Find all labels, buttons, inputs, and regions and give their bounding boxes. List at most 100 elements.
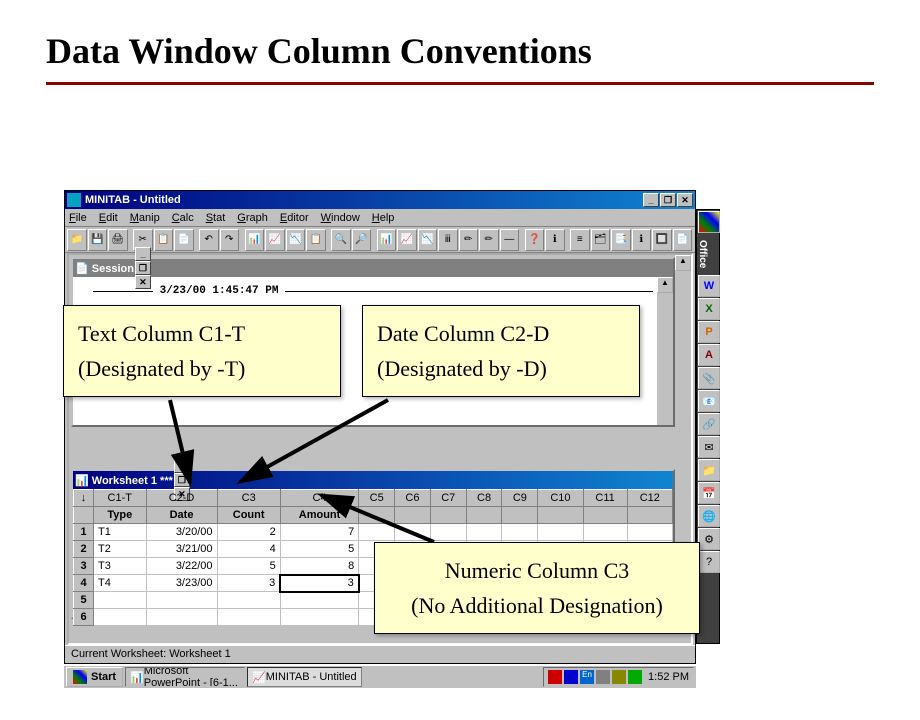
toolbar-button[interactable]: ↷ bbox=[220, 229, 240, 251]
col-name[interactable] bbox=[466, 507, 502, 524]
toolbar-button[interactable]: 📈 bbox=[265, 229, 285, 251]
col-header[interactable]: C4 bbox=[280, 490, 358, 507]
powerpoint-icon[interactable]: P bbox=[698, 321, 720, 343]
cell[interactable]: T4 bbox=[94, 575, 147, 592]
cell[interactable] bbox=[94, 609, 147, 626]
cell[interactable]: 3 bbox=[280, 575, 358, 592]
col-header[interactable]: C11 bbox=[583, 490, 627, 507]
shortcut-icon[interactable]: 🔗 bbox=[698, 413, 720, 435]
col-header[interactable]: C8 bbox=[466, 490, 502, 507]
toolbar-button[interactable]: 🔎 bbox=[352, 229, 372, 251]
session-scrollbar[interactable]: ▲ bbox=[657, 277, 673, 425]
cell[interactable] bbox=[466, 524, 502, 541]
toolbar-button[interactable]: ℹ bbox=[632, 229, 652, 251]
cell[interactable]: 7 bbox=[280, 524, 358, 541]
cell[interactable] bbox=[217, 592, 280, 609]
cell[interactable]: 2 bbox=[217, 524, 280, 541]
cell[interactable] bbox=[627, 524, 672, 541]
toolbar-button[interactable]: ℹ bbox=[545, 229, 565, 251]
col-header[interactable]: C9 bbox=[502, 490, 538, 507]
toolbar-button[interactable]: 🖨 bbox=[108, 229, 128, 251]
cell[interactable]: 5 bbox=[280, 541, 358, 558]
toolbar-button[interactable]: — bbox=[500, 229, 520, 251]
col-header[interactable]: C6 bbox=[395, 490, 431, 507]
close-button[interactable]: ✕ bbox=[677, 193, 693, 207]
col-name[interactable]: Type bbox=[94, 507, 147, 524]
minimize-button[interactable]: _ bbox=[643, 193, 659, 207]
cell[interactable] bbox=[430, 524, 466, 541]
volume-icon[interactable] bbox=[564, 670, 578, 684]
cell[interactable] bbox=[280, 592, 358, 609]
toolbar-button[interactable]: ✏ bbox=[479, 229, 499, 251]
menu-edit[interactable]: Edit bbox=[99, 212, 118, 224]
col-header[interactable]: C2-D bbox=[146, 490, 217, 507]
binder-icon[interactable]: 📎 bbox=[698, 367, 720, 389]
taskbar-task[interactable]: 📊 Microsoft PowerPoint - [6-1... bbox=[125, 667, 245, 687]
excel-icon[interactable]: X bbox=[698, 298, 720, 320]
outlook-icon[interactable]: 📧 bbox=[698, 390, 720, 412]
worksheet-titlebar[interactable]: 📊 Worksheet 1 *** _ ❐ ✕ bbox=[73, 471, 673, 489]
cell[interactable] bbox=[94, 592, 147, 609]
toolbar-button[interactable]: 🗂 bbox=[591, 229, 611, 251]
toolbar-button[interactable]: 🔍 bbox=[331, 229, 351, 251]
toolbar-button[interactable]: 📋 bbox=[154, 229, 174, 251]
col-name[interactable] bbox=[627, 507, 672, 524]
cell[interactable] bbox=[395, 524, 431, 541]
menu-manip[interactable]: Manip bbox=[130, 212, 160, 224]
col-name[interactable]: Amount bbox=[280, 507, 358, 524]
session-maximize[interactable]: ❐ bbox=[135, 261, 151, 275]
toolbar-button[interactable]: ≡ bbox=[570, 229, 590, 251]
antivirus-icon[interactable] bbox=[548, 670, 562, 684]
menu-help[interactable]: Help bbox=[372, 212, 395, 224]
word-icon[interactable]: W bbox=[698, 275, 720, 297]
cell[interactable]: 8 bbox=[280, 558, 358, 575]
toolbar-button[interactable]: 💾 bbox=[88, 229, 108, 251]
printer-icon[interactable] bbox=[596, 670, 610, 684]
cell[interactable]: 3 bbox=[217, 575, 280, 592]
cell[interactable] bbox=[146, 592, 217, 609]
col-name[interactable] bbox=[359, 507, 395, 524]
cell[interactable] bbox=[583, 524, 627, 541]
col-name[interactable] bbox=[502, 507, 538, 524]
toolbar-button[interactable]: 📋 bbox=[306, 229, 326, 251]
worksheet-maximize[interactable]: ❐ bbox=[174, 473, 190, 487]
cell[interactable] bbox=[146, 609, 217, 626]
toolbar-button[interactable]: ↶ bbox=[199, 229, 219, 251]
cell[interactable]: T3 bbox=[94, 558, 147, 575]
col-name[interactable] bbox=[583, 507, 627, 524]
access-icon[interactable]: A bbox=[698, 344, 720, 366]
cell[interactable] bbox=[538, 524, 583, 541]
cell[interactable]: 3/21/00 bbox=[146, 541, 217, 558]
language-icon[interactable]: En bbox=[580, 670, 594, 684]
titlebar[interactable]: MINITAB - Untitled _ ❐ ✕ bbox=[65, 191, 695, 209]
cell[interactable]: 5 bbox=[217, 558, 280, 575]
mail-icon[interactable]: ✉ bbox=[698, 436, 720, 458]
col-header[interactable]: C10 bbox=[538, 490, 583, 507]
menu-window[interactable]: Window bbox=[321, 212, 360, 224]
toolbar-button[interactable]: 📄 bbox=[174, 229, 194, 251]
cell[interactable] bbox=[280, 609, 358, 626]
toolbar-button[interactable]: 📉 bbox=[286, 229, 306, 251]
toolbar-button[interactable]: 📊 bbox=[377, 229, 397, 251]
col-header[interactable]: C5 bbox=[359, 490, 395, 507]
toolbar-button[interactable]: ✏ bbox=[459, 229, 479, 251]
cell[interactable]: T2 bbox=[94, 541, 147, 558]
row-header[interactable]: 6 bbox=[74, 609, 94, 626]
toolbar-button[interactable]: 📑 bbox=[611, 229, 631, 251]
office-logo-icon[interactable] bbox=[698, 211, 720, 233]
toolbar-button[interactable]: 📁 bbox=[67, 229, 87, 251]
folder-icon[interactable]: 📁 bbox=[698, 459, 720, 481]
cell[interactable]: T1 bbox=[94, 524, 147, 541]
schedule-icon[interactable]: 📅 bbox=[698, 482, 720, 504]
toolbar-button[interactable]: ⅲ bbox=[438, 229, 458, 251]
cell[interactable]: 4 bbox=[217, 541, 280, 558]
row-header[interactable]: 5 bbox=[74, 592, 94, 609]
row-header[interactable]: 1 bbox=[74, 524, 94, 541]
cell[interactable]: 3/22/00 bbox=[146, 558, 217, 575]
toolbar-button[interactable]: 📉 bbox=[418, 229, 438, 251]
session-titlebar[interactable]: 📄 Session _ ❐ ✕ bbox=[73, 259, 673, 277]
row-header[interactable]: 4 bbox=[74, 575, 94, 592]
cell[interactable]: 3/23/00 bbox=[146, 575, 217, 592]
col-name[interactable]: Count bbox=[217, 507, 280, 524]
settings-icon[interactable]: ⚙ bbox=[698, 528, 720, 550]
